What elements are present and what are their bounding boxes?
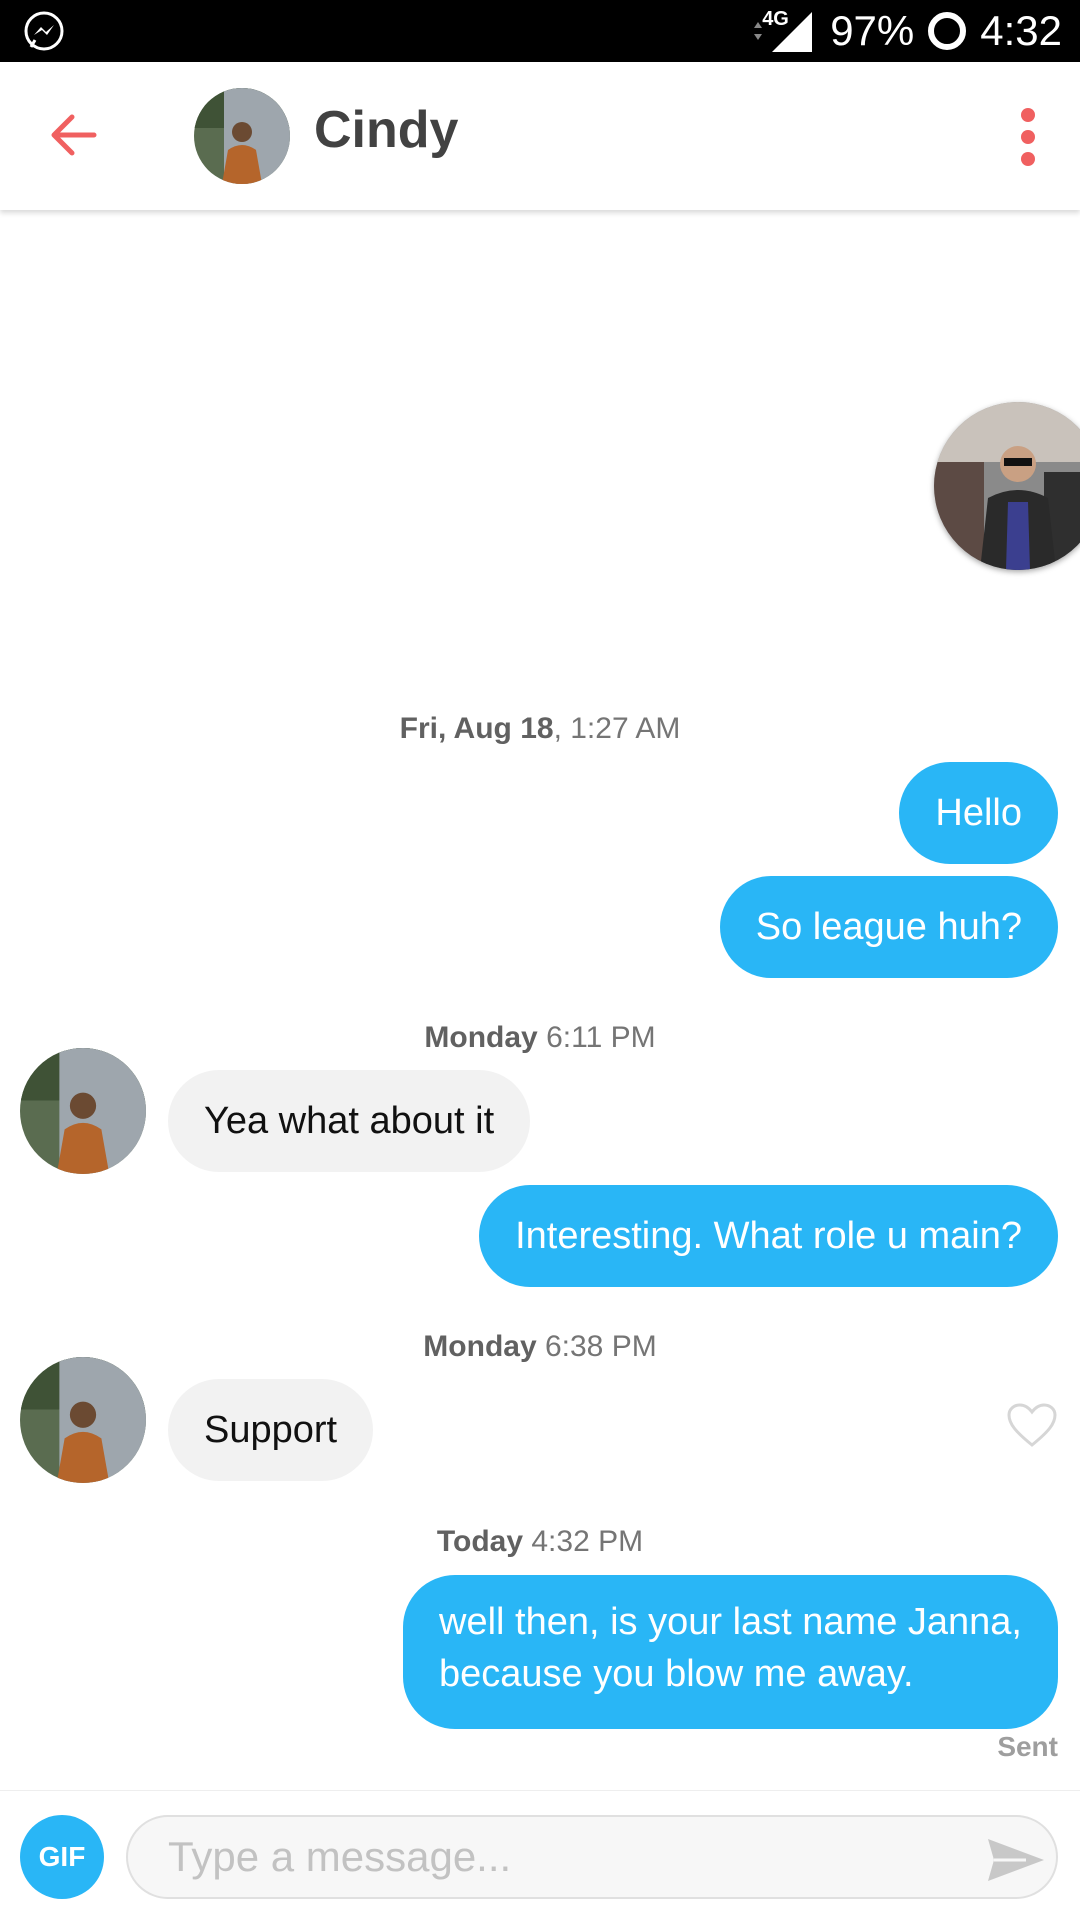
gif-button[interactable]: GIF: [20, 1815, 104, 1899]
timestamp: Monday 6:38 PM: [423, 1330, 657, 1363]
sent-status: Sent: [997, 1731, 1058, 1762]
status-bar: 4G 97% 4:32: [0, 0, 1080, 62]
composer-bar: GIF: [0, 1790, 1080, 1921]
more-vert-icon: [1021, 108, 1035, 122]
message-input[interactable]: [126, 1815, 1058, 1899]
message-line: well then, is your last name Janna,: [439, 1601, 1022, 1643]
incoming-message[interactable]: Support: [168, 1379, 374, 1481]
contact-avatar[interactable]: [194, 88, 290, 184]
contact-avatar-small[interactable]: [20, 1357, 146, 1483]
heart-icon[interactable]: [1006, 1402, 1058, 1448]
contact-avatar-small[interactable]: [20, 1048, 146, 1174]
signal-icon: 4G: [750, 8, 816, 54]
battery-percent: 97%: [830, 7, 915, 54]
clock: 4:32: [980, 7, 1062, 54]
message-line: because you blow me away.: [439, 1653, 914, 1695]
outgoing-message[interactable]: Hello: [899, 762, 1058, 864]
timestamp: Monday 6:11 PM: [424, 1021, 656, 1054]
chat-header: Cindy: [0, 62, 1080, 210]
timestamp: Fri, Aug 18, 1:27 AM: [399, 712, 681, 745]
send-icon[interactable]: [986, 1835, 1046, 1885]
messenger-icon: [24, 11, 64, 51]
back-arrow-icon: [51, 114, 97, 156]
contact-name[interactable]: Cindy: [314, 100, 458, 160]
outgoing-message[interactable]: well then, is your last name Janna, beca…: [403, 1575, 1058, 1729]
outgoing-message[interactable]: Interesting. What role u main?: [479, 1185, 1058, 1287]
timestamp: Today 4:32 PM: [436, 1525, 644, 1558]
network-type: 4G: [762, 8, 789, 30]
my-profile-avatar[interactable]: [934, 402, 1080, 570]
more-options-button[interactable]: [998, 102, 1058, 172]
status-right: 4G 97% 4:32: [750, 0, 1062, 62]
outgoing-message[interactable]: So league huh?: [719, 876, 1058, 978]
incoming-message[interactable]: Yea what about it: [168, 1070, 531, 1172]
battery-icon: [928, 12, 967, 50]
back-button[interactable]: [40, 102, 106, 168]
